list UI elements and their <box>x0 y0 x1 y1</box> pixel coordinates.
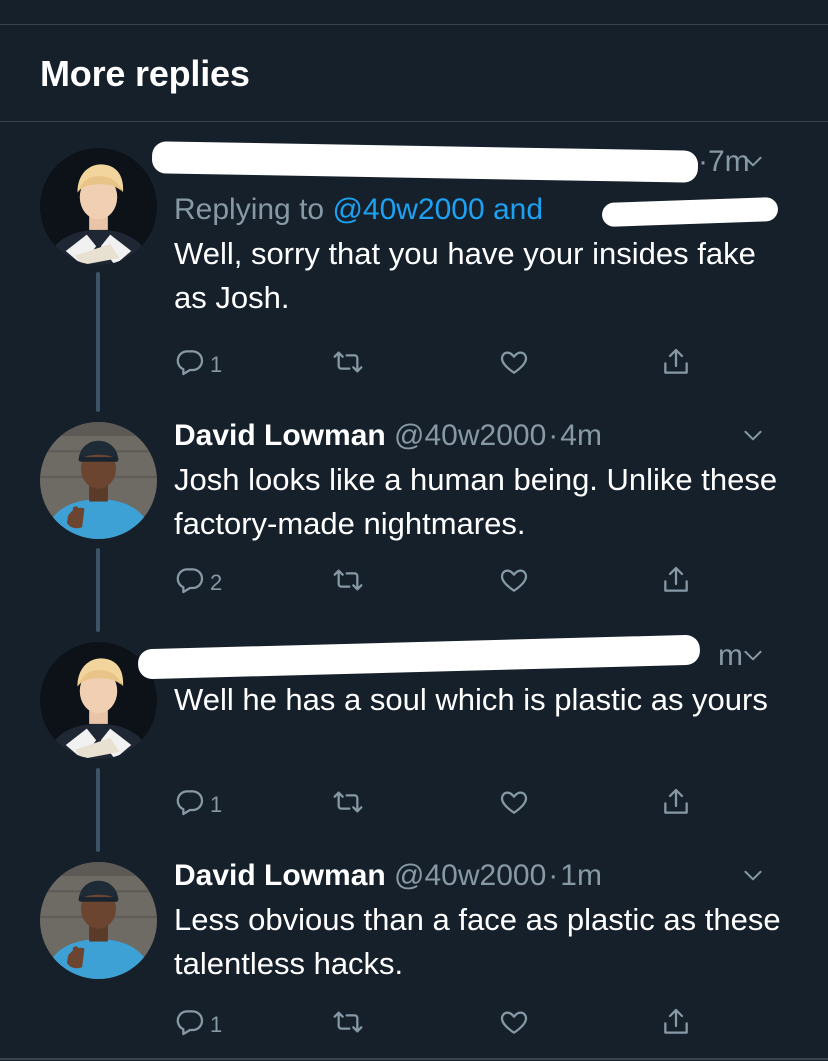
replying-link[interactable]: @40w2000 and <box>332 193 543 226</box>
reply-button[interactable]: 2 <box>174 560 222 600</box>
retweet-icon <box>332 346 364 378</box>
tweet-time[interactable]: 1m <box>560 859 602 892</box>
like-button[interactable] <box>498 782 530 822</box>
bottom-divider <box>0 1058 828 1060</box>
avatar[interactable] <box>40 862 157 979</box>
reply-count: 1 <box>210 792 223 817</box>
chevron-down-icon[interactable] <box>740 862 766 888</box>
share-icon <box>660 786 692 818</box>
share-icon <box>660 346 692 378</box>
section-title: More replies <box>40 53 250 94</box>
tweet-3[interactable]: m Well he has a soul which is plastic as… <box>0 632 828 852</box>
tweet-text: Well he has a soul which is plastic as y… <box>174 682 768 717</box>
reply-button[interactable]: 1 <box>174 1002 222 1042</box>
retweet-icon <box>332 786 364 818</box>
like-button[interactable] <box>498 342 530 382</box>
thread-line <box>96 272 100 412</box>
like-button[interactable] <box>498 1002 530 1042</box>
like-icon <box>498 346 530 378</box>
chevron-down-icon[interactable] <box>740 642 766 668</box>
retweet-button[interactable] <box>332 342 364 382</box>
redaction-scribble <box>137 634 701 680</box>
redaction-scribble <box>151 141 699 183</box>
reply-count: 1 <box>210 1012 223 1037</box>
share-button[interactable] <box>660 342 692 382</box>
share-button[interactable] <box>660 560 692 600</box>
reply-button[interactable]: 1 <box>174 342 222 382</box>
thread-line <box>96 548 100 632</box>
reply-icon <box>174 786 206 818</box>
replying-prefix: Replying to <box>174 193 333 226</box>
tweet-dot: · <box>548 859 559 892</box>
like-icon <box>498 564 530 596</box>
author-handle[interactable]: @40w2000 <box>394 859 546 892</box>
redaction-scribble <box>601 196 779 228</box>
tweet-1[interactable]: ·7m Replying to @40w2000 and Well, sorry… <box>0 122 828 412</box>
retweet-icon <box>332 564 364 596</box>
reply-icon <box>174 564 206 596</box>
like-icon <box>498 786 530 818</box>
reply-count: 1 <box>210 352 223 377</box>
tweet-dot: · <box>548 419 559 452</box>
reply-count: 2 <box>210 570 223 595</box>
tweet-meta: ·7m <box>151 141 788 183</box>
retweet-button[interactable] <box>332 782 364 822</box>
share-icon <box>660 564 692 596</box>
more-replies-header: More replies <box>0 25 828 122</box>
tweet-time[interactable]: 4m <box>560 419 602 452</box>
tweet-text: Well, sorry that you have your insides f… <box>174 236 756 315</box>
like-icon <box>498 1006 530 1038</box>
share-icon <box>660 1006 692 1038</box>
tweet-4[interactable]: David Lowman @40w2000·1m Less obvious th… <box>0 852 828 1058</box>
tweet-dot: · <box>698 145 708 178</box>
reply-icon <box>174 346 206 378</box>
author-name[interactable]: David Lowman <box>174 419 386 452</box>
chevron-down-icon[interactable] <box>740 148 766 174</box>
tweet-meta: David Lowman @40w2000·4m <box>174 416 788 456</box>
avatar[interactable] <box>40 148 157 265</box>
reply-button[interactable]: 1 <box>174 782 222 822</box>
retweet-button[interactable] <box>332 560 364 600</box>
like-button[interactable] <box>498 560 530 600</box>
share-button[interactable] <box>660 1002 692 1042</box>
author-name[interactable]: David Lowman <box>174 859 386 892</box>
author-handle[interactable]: @40w2000 <box>394 419 546 452</box>
tweet-2[interactable]: David Lowman @40w2000·4m Josh looks like… <box>0 412 828 632</box>
retweet-icon <box>332 1006 364 1038</box>
tweet-meta: David Lowman @40w2000·1m <box>174 856 788 896</box>
avatar[interactable] <box>40 422 157 539</box>
thread-line <box>96 768 100 852</box>
replying-to: Replying to @40w2000 and <box>174 190 788 230</box>
tweet-text: Less obvious than a face as plastic as t… <box>174 902 781 981</box>
tweet-text: Josh looks like a human being. Unlike th… <box>174 462 778 541</box>
reply-icon <box>174 1006 206 1038</box>
retweet-button[interactable] <box>332 1002 364 1042</box>
tweet-meta: m <box>137 634 788 680</box>
chevron-down-icon[interactable] <box>740 422 766 448</box>
share-button[interactable] <box>660 782 692 822</box>
